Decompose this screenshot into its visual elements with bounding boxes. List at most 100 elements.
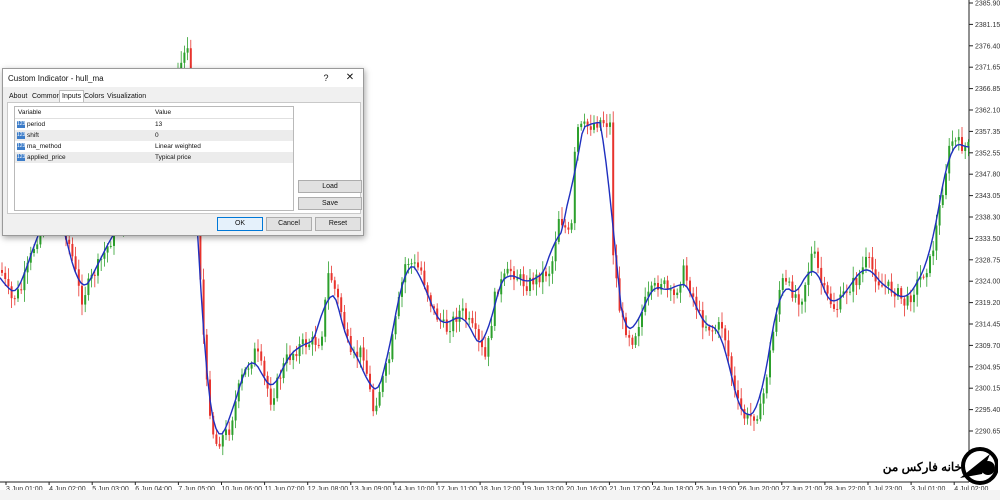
candle-body [477, 329, 480, 340]
candle-body [865, 256, 867, 268]
candle-body [410, 263, 413, 265]
numeric-param-icon: 123 [17, 143, 26, 150]
numeric-param-icon: 123 [17, 132, 26, 139]
candle-body [605, 123, 608, 127]
candle-body [596, 123, 599, 128]
candle-body [388, 359, 391, 364]
table-row[interactable]: 123 shift 0 [15, 130, 293, 141]
candle-body [234, 401, 237, 421]
close-button[interactable]: ✕ [343, 71, 357, 85]
candle-body [762, 393, 765, 404]
candle-body [967, 141, 970, 146]
candle-body [794, 294, 797, 298]
candle-body [525, 286, 528, 292]
candle-body [378, 391, 381, 406]
candle-body [756, 419, 759, 421]
ok-button[interactable]: OK [217, 217, 263, 231]
help-button[interactable]: ? [319, 71, 333, 85]
candle-body [849, 291, 851, 293]
value-cell[interactable]: 0 [155, 130, 159, 141]
candle-body [708, 326, 711, 331]
candle-body [721, 322, 723, 329]
price-label: 2319.20 [975, 300, 1000, 307]
candle-body [759, 403, 762, 420]
save-button[interactable]: Save [298, 197, 362, 210]
candle-body [346, 329, 349, 337]
candle-body [628, 335, 631, 338]
candle-body [484, 347, 487, 357]
numeric-param-icon: 123 [17, 154, 26, 161]
candle-body [810, 253, 813, 272]
cancel-button[interactable]: Cancel [266, 217, 312, 231]
candle-body [817, 251, 819, 268]
variable-cell: ma_method [27, 143, 62, 150]
price-label: 2376.40 [975, 43, 1000, 50]
column-header-value: Value [155, 109, 172, 116]
candle-body [877, 281, 880, 286]
tab-colors[interactable]: Colors [82, 91, 106, 102]
value-cell[interactable]: Typical price [155, 152, 191, 163]
candle-body [250, 364, 253, 369]
candle-body [602, 120, 605, 124]
candle-body [445, 319, 448, 332]
tab-common[interactable]: Common [30, 91, 62, 102]
candle-body [317, 344, 320, 346]
tab-visualization[interactable]: Visualization [105, 91, 148, 102]
candle-body [913, 294, 915, 303]
table-row[interactable]: 123 applied_price Typical price [15, 152, 293, 163]
candle-body [954, 140, 957, 142]
price-label: 2333.50 [975, 236, 1000, 243]
candle-body [634, 336, 637, 345]
candle-body [961, 137, 963, 152]
tab-about[interactable]: About [7, 91, 29, 102]
candle-body [375, 405, 378, 412]
candle-body [298, 344, 301, 357]
candle-body [81, 285, 83, 305]
dialog-title: Custom Indicator - hull_ma [8, 74, 104, 83]
price-label: 2295.40 [975, 407, 1000, 414]
candle-body [657, 282, 659, 290]
candle-body [407, 264, 410, 266]
candle-body [868, 256, 871, 258]
candle-body [228, 429, 231, 435]
candle-body [74, 256, 77, 270]
candle-body [909, 295, 912, 303]
candle-body [724, 328, 727, 341]
candle-body [359, 347, 362, 358]
price-label: 2381.15 [975, 22, 1000, 29]
candle-body [292, 353, 295, 361]
candle-body [685, 265, 688, 281]
load-button[interactable]: Load [298, 180, 362, 193]
candle-body [218, 443, 221, 447]
reset-button[interactable]: Reset [315, 217, 361, 231]
candle-body [813, 251, 816, 254]
candle-body [941, 195, 944, 206]
candle-body [17, 289, 19, 299]
candle-body [20, 289, 23, 291]
candle-body [903, 298, 906, 306]
price-label: 2366.85 [975, 86, 1000, 93]
price-label: 2343.05 [975, 193, 1000, 200]
value-cell[interactable]: Linear weighted [155, 141, 201, 152]
price-label: 2357.35 [975, 129, 1000, 136]
custom-indicator-dialog: Custom Indicator - hull_ma ? ✕ About Com… [2, 68, 364, 236]
candle-body [474, 323, 477, 330]
value-cell[interactable]: 13 [155, 119, 162, 130]
candle-body [413, 262, 416, 264]
candle-body [663, 280, 666, 285]
candle-body [461, 308, 464, 311]
table-row[interactable]: 123 period 13 [15, 119, 293, 130]
candle-body [183, 52, 186, 63]
table-row[interactable]: 123 ma_method Linear weighted [15, 141, 293, 152]
candle-body [273, 398, 275, 405]
price-label: 2362.10 [975, 108, 1000, 115]
candle-body [340, 297, 343, 312]
candle-body [253, 348, 256, 365]
price-label: 2314.45 [975, 322, 1000, 329]
candle-body [791, 281, 794, 298]
candle-body [653, 282, 656, 286]
candle-body [468, 317, 471, 320]
candle-body [801, 301, 803, 305]
candle-body [7, 279, 10, 287]
candle-body [545, 271, 547, 277]
